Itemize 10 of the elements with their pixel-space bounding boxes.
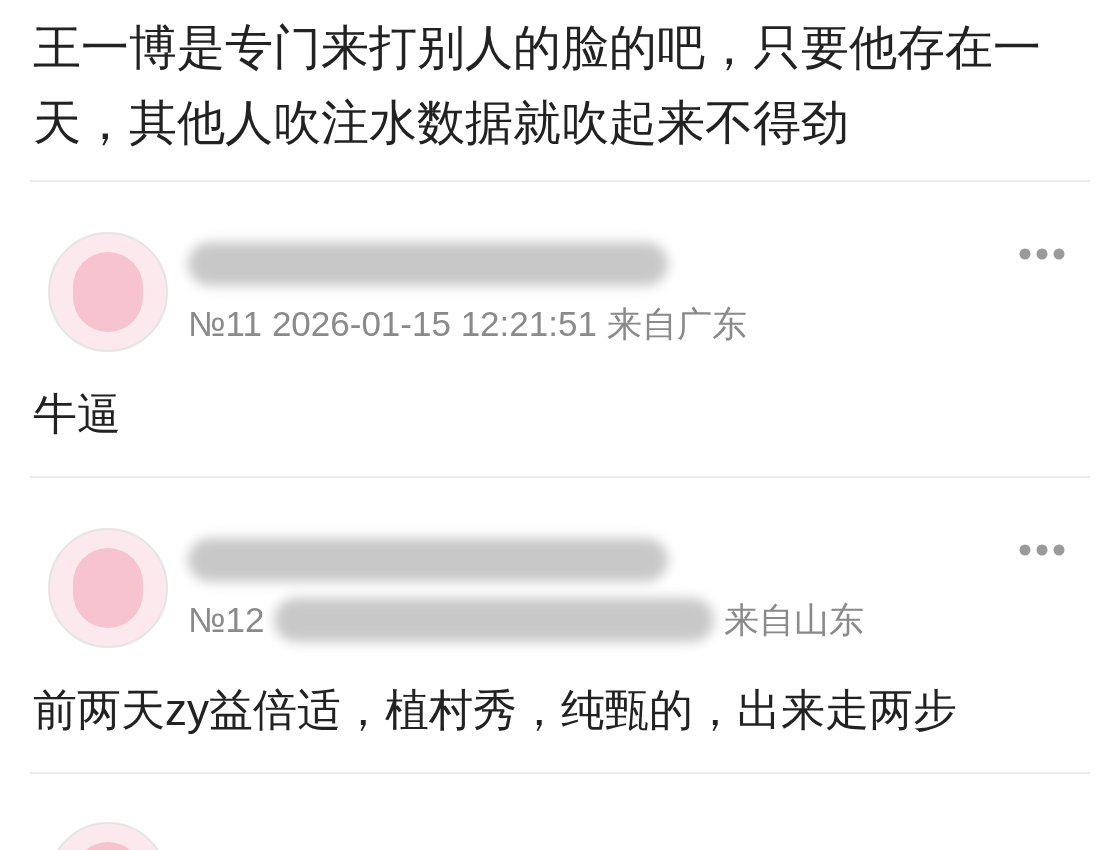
comment-location: 来自山东 — [724, 599, 865, 641]
comment-body: 前两天zy益倍适，植村秀，纯甄的，出来走两步 — [33, 684, 958, 736]
comment-number: №12 — [188, 599, 265, 641]
comment-body: 牛逼 — [33, 388, 122, 440]
more-icon[interactable] — [1019, 248, 1065, 260]
more-icon[interactable] — [1019, 544, 1065, 556]
comment-body: 王一博是专门来打别人的脸的吧，只要他存在一天，其他人吹注水数据就吹起来不得劲 — [33, 20, 1042, 151]
comment-time: 2026-01-15 12:21:51 — [271, 303, 597, 345]
comment-number: №11 — [188, 303, 262, 345]
comment-location: 来自广东 — [606, 303, 747, 345]
